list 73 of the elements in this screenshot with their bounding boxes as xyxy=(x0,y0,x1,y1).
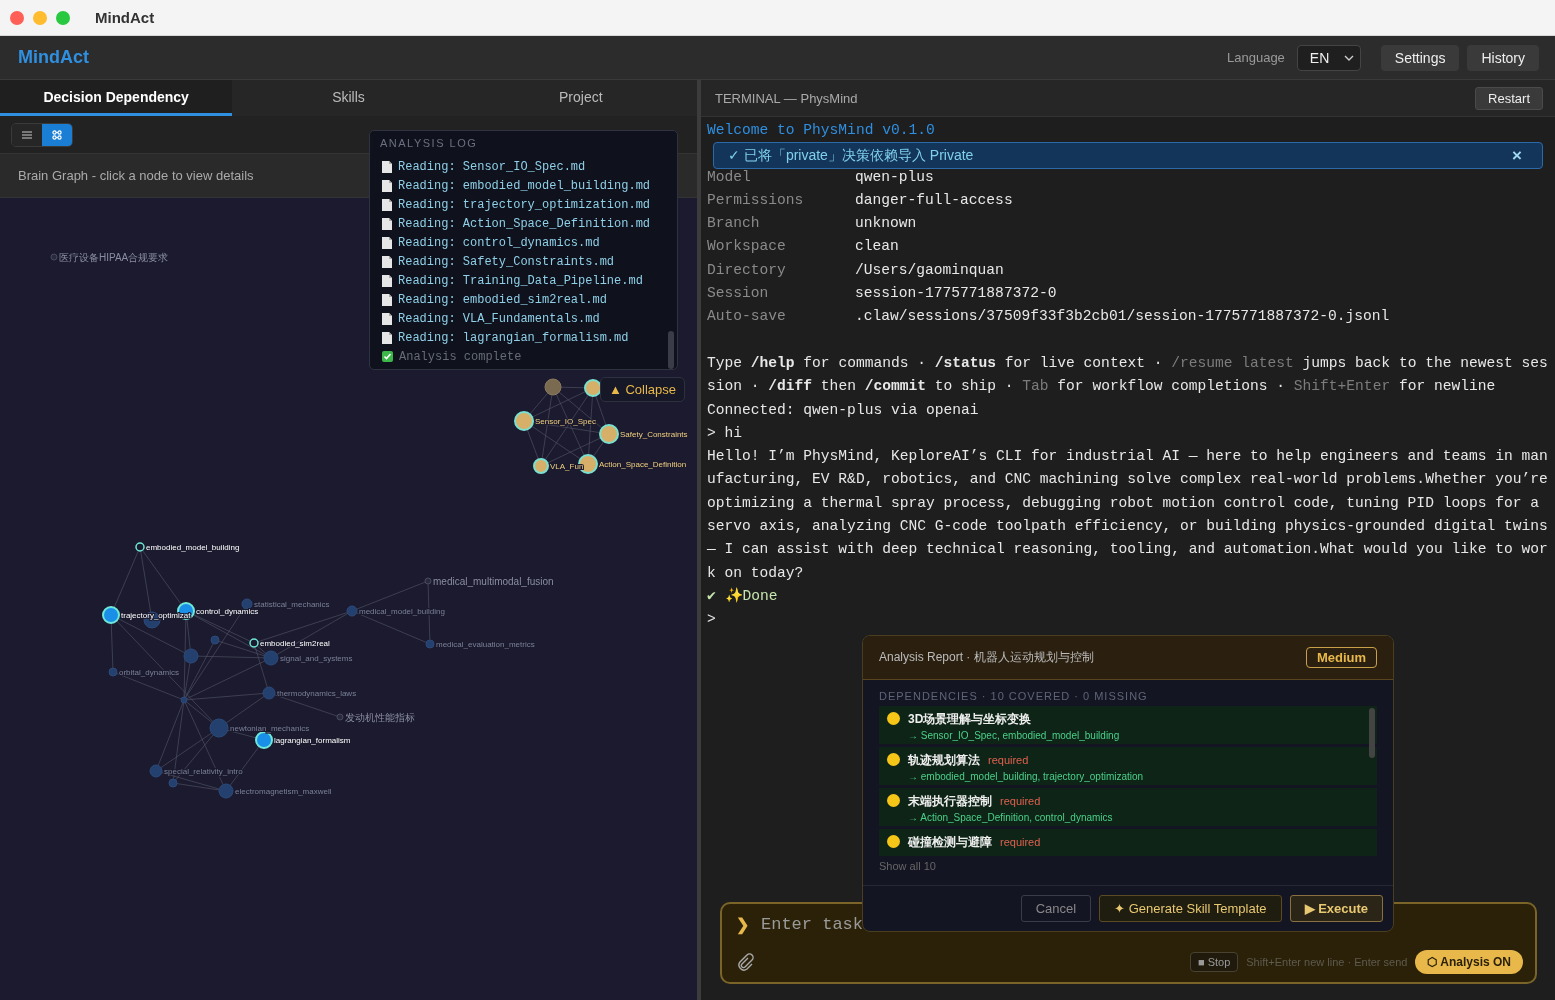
info-key: Model xyxy=(707,165,855,189)
log-title: ANALYSIS LOG xyxy=(379,136,479,151)
dependency-name: 3D场景理解与坐标变换 xyxy=(908,712,1032,726)
node-label: 医疗设备HIPAA合规要求 xyxy=(59,251,169,263)
terminal-title: TERMINAL — PhysMind xyxy=(715,90,858,106)
info-value: clean xyxy=(855,237,900,257)
info-value: .claw/sessions/37509f33f3b2cb01/session-1775771887372-0.jsonl xyxy=(855,307,1391,327)
app-logo: MindAct xyxy=(18,47,90,68)
help-text: Type /help for commands · /status for live context · /resume latest jumps back to the newest session · /diff then /commit to ship · Tab for workflow completions · Shift+Enter for newline xyxy=(707,353,1549,397)
node-label: Sensor_IO_Spec xyxy=(535,416,596,426)
dependency-summary: DEPENDENCIES · 10 COVERED · 0 MISSING xyxy=(878,689,1149,704)
terminal-line: Hello! I’m PhysMind, KeploreAI’s CLI for industrial AI — here to help engineers and teams in manufacturing, EV R&D, robotics, and CNC machining solve complex real-world problems.Whether you’re optimizing a thermal spray process, debugging robot motion control code, tuning PID loops for a servo axis, analyzing CNC G-code toolpath efficiency, or building physics-grounded digital twins — I can assist with deep technical reasoning, tooling, and automation.What would you like to work on today? xyxy=(707,447,1549,583)
language-label: Language xyxy=(1227,50,1285,65)
terminal-line: > hi xyxy=(707,423,744,443)
log-line: Reading: Training_Data_Pipeline.md xyxy=(398,273,643,288)
node-label: embodied_model_building xyxy=(146,542,240,552)
node-label: electromagnetism_maxwell xyxy=(235,786,332,796)
dependency-links: → embodied_model_building, trajectory_optimization xyxy=(908,771,1144,782)
info-value: /Users/gaominquan xyxy=(855,260,1005,280)
node-label: medical_multimodal_fusion xyxy=(433,575,554,587)
info-key: Branch xyxy=(707,212,855,236)
prompt-caret: ❯ xyxy=(736,915,749,934)
window-title: MindAct xyxy=(95,9,155,26)
node-label: control_dynamics xyxy=(196,606,259,616)
log-line: Reading: embodied_model_building.md xyxy=(398,178,651,193)
info-key: Auto-save xyxy=(707,305,855,329)
node-label: newtonian_mechanics xyxy=(230,723,310,733)
node-label: lagrangian_formalism xyxy=(274,735,351,745)
log-line: Reading: control_dynamics.md xyxy=(398,235,600,250)
log-line: Reading: embodied_sim2real.md xyxy=(398,292,607,307)
node-label: embodied_sim2real xyxy=(260,638,330,648)
graph-hint: Brain Graph - click a node to view details xyxy=(18,168,254,183)
node-label: signal_and_systems xyxy=(280,653,353,663)
node-label: orbital_dynamics xyxy=(119,667,180,677)
info-key: Workspace xyxy=(707,235,855,259)
report-title: Analysis Report · 机器人运动规划与控制 xyxy=(879,649,1094,666)
info-value: danger-full-access xyxy=(855,190,1014,210)
toast-text: ✓ 已将「private」决策依赖导入 Private xyxy=(728,146,974,165)
required-tag: required xyxy=(988,754,1029,766)
log-line: Reading: Safety_Constraints.md xyxy=(398,254,615,269)
log-line: Reading: Action_Space_Definition.md xyxy=(398,216,651,231)
dependency-name: 碰撞检测与避障 xyxy=(908,835,992,849)
dependency-links: → Sensor_IO_Spec, embodied_model_building xyxy=(908,730,1120,741)
dependency-name: 末端执行器控制 xyxy=(908,794,992,808)
node-label: medical_model_building xyxy=(359,606,445,616)
dependency-links: → Action_Space_Definition, control_dynamics xyxy=(908,812,1113,823)
info-value: unknown xyxy=(855,214,918,234)
terminal-line: ✔ ✨Done xyxy=(707,586,779,606)
node-label: Safety_Constraints xyxy=(620,429,688,439)
terminal-line: Connected: qwen-plus via openai xyxy=(707,400,980,420)
level-badge: Medium xyxy=(1305,647,1377,668)
log-line: Analysis complete xyxy=(399,349,522,364)
node-label: Action_Space_Definition xyxy=(599,459,687,469)
terminal-line: > xyxy=(707,610,717,630)
log-line: Reading: Sensor_IO_Spec.md xyxy=(398,159,586,174)
log-line: Reading: VLA_Fundamentals.md xyxy=(398,311,600,326)
node-label: statistical_mechanics xyxy=(254,599,330,609)
info-value: session-1775771887372-0 xyxy=(855,284,1058,304)
log-line: Reading: trajectory_optimization.md xyxy=(398,197,651,212)
info-value: qwen-plus xyxy=(855,167,935,187)
info-key: Permissions xyxy=(707,188,855,213)
node-label: 发动机性能指标 xyxy=(345,711,415,723)
log-line: Reading: lagrangian_formalism.md xyxy=(398,330,629,345)
info-key: Session xyxy=(707,282,855,306)
node-label: medical_evaluation_metrics xyxy=(436,639,535,649)
required-tag: required xyxy=(1000,836,1041,848)
keyboard-hint: Shift+Enter new line · Enter send xyxy=(1246,956,1408,968)
required-tag: required xyxy=(1000,795,1041,807)
dependency-name: 轨迹规划算法 xyxy=(908,753,980,767)
node-label: special_relativity_intro xyxy=(164,766,243,776)
node-label: thermodynamics_laws xyxy=(277,688,357,698)
info-key: Directory xyxy=(707,258,855,283)
welcome-line: Welcome to PhysMind v0.1.0 xyxy=(707,121,936,140)
